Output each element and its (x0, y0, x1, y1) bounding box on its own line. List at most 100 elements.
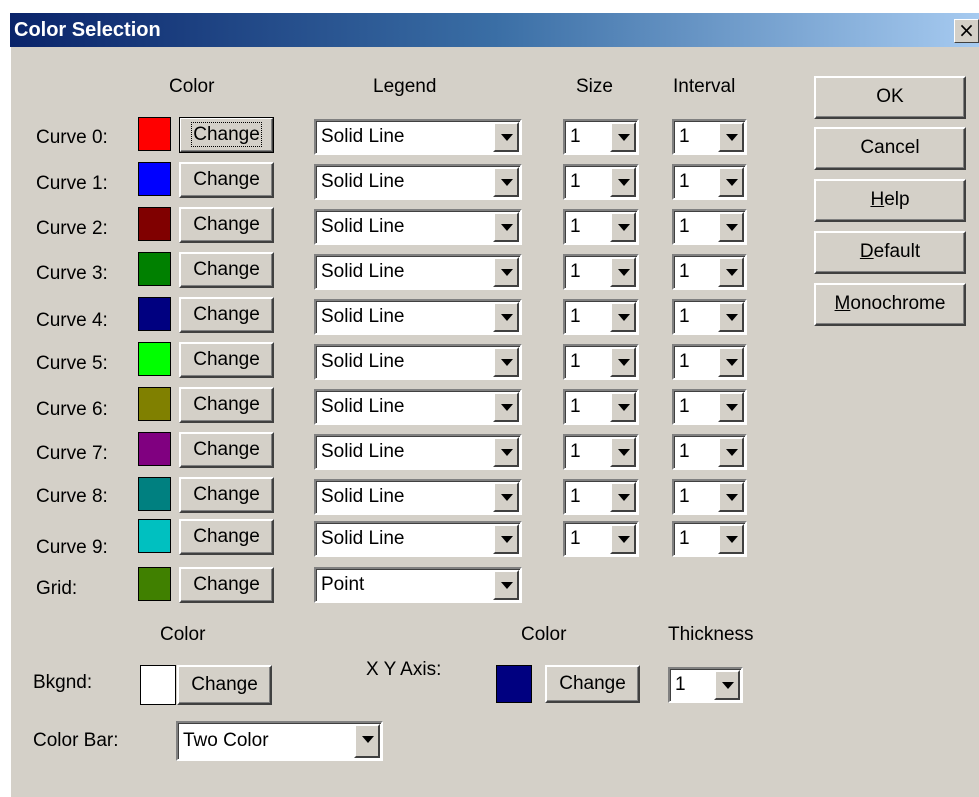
chevron-down-icon[interactable] (493, 524, 519, 554)
curve-legend-select[interactable]: Solid Line (314, 299, 522, 335)
curve-change-button[interactable]: Change (179, 297, 274, 333)
chevron-down-icon[interactable] (354, 724, 380, 758)
chevron-down-icon[interactable] (493, 257, 519, 287)
curve-color-swatch (138, 519, 171, 553)
curve-size-value: 1 (570, 396, 581, 417)
curve-change-button[interactable]: Change (179, 207, 274, 243)
curve-size-select[interactable]: 1 (563, 299, 639, 335)
curve-interval-select[interactable]: 1 (672, 299, 747, 335)
curve-legend-select[interactable]: Solid Line (314, 119, 522, 155)
chevron-down-icon[interactable] (718, 257, 744, 287)
chevron-down-icon[interactable] (718, 347, 744, 377)
help-button[interactable]: Help (814, 179, 966, 222)
chevron-down-icon[interactable] (610, 392, 636, 422)
curve-legend-select[interactable]: Solid Line (314, 389, 522, 425)
curve-size-value: 1 (570, 351, 581, 372)
curve-interval-select[interactable]: 1 (672, 521, 747, 557)
curve-change-button[interactable]: Change (179, 117, 274, 153)
cancel-button[interactable]: Cancel (814, 127, 966, 170)
curve-interval-select[interactable]: 1 (672, 254, 747, 290)
curve-change-button[interactable]: Change (179, 387, 274, 423)
chevron-down-icon[interactable] (610, 524, 636, 554)
bkgnd-color-header: Color (160, 624, 206, 645)
curve-size-select[interactable]: 1 (563, 209, 639, 245)
curve-size-select[interactable]: 1 (563, 434, 639, 470)
curve-change-button[interactable]: Change (179, 252, 274, 288)
curve-change-button[interactable]: Change (179, 519, 274, 555)
chevron-down-icon[interactable] (493, 302, 519, 332)
xy-axis-color-swatch (496, 665, 532, 703)
curve-interval-select[interactable]: 1 (672, 344, 747, 380)
chevron-down-icon[interactable] (718, 437, 744, 467)
curve-size-value: 1 (570, 126, 581, 147)
bkgnd-change-button[interactable]: Change (177, 665, 272, 705)
curve-interval-select[interactable]: 1 (672, 479, 747, 515)
chevron-down-icon[interactable] (493, 167, 519, 197)
curve-size-select[interactable]: 1 (563, 389, 639, 425)
curve-size-select[interactable]: 1 (563, 254, 639, 290)
grid-color-swatch (138, 567, 171, 601)
curve-size-value: 1 (570, 216, 581, 237)
curve-interval-select[interactable]: 1 (672, 389, 747, 425)
chevron-down-icon[interactable] (493, 392, 519, 422)
ok-button[interactable]: OK (814, 76, 966, 119)
grid-change-button[interactable]: Change (179, 567, 274, 603)
chevron-down-icon[interactable] (718, 122, 744, 152)
chevron-down-icon[interactable] (610, 437, 636, 467)
chevron-down-icon[interactable] (610, 122, 636, 152)
chevron-down-icon[interactable] (718, 167, 744, 197)
curve-size-select[interactable]: 1 (563, 164, 639, 200)
chevron-down-icon[interactable] (610, 302, 636, 332)
curve-size-select[interactable]: 1 (563, 344, 639, 380)
close-button[interactable]: × (954, 19, 979, 43)
chevron-down-icon[interactable] (493, 437, 519, 467)
chevron-down-icon[interactable] (493, 482, 519, 512)
curve-legend-value: Solid Line (321, 441, 405, 462)
chevron-down-icon[interactable] (718, 392, 744, 422)
curve-size-select[interactable]: 1 (563, 479, 639, 515)
curve-interval-select[interactable]: 1 (672, 119, 747, 155)
chevron-down-icon[interactable] (610, 347, 636, 377)
title-bar[interactable]: Color Selection (10, 13, 979, 47)
chevron-down-icon[interactable] (493, 347, 519, 377)
color-bar-select[interactable]: Two Color (176, 721, 383, 761)
chevron-down-icon[interactable] (610, 482, 636, 512)
curve-legend-select[interactable]: Solid Line (314, 521, 522, 557)
change-label: Change (193, 394, 260, 415)
grid-legend-select[interactable]: Point (314, 567, 522, 603)
curve-legend-value: Solid Line (321, 528, 405, 549)
help-mnemonic: H (870, 189, 885, 210)
chevron-down-icon[interactable] (718, 524, 744, 554)
curve-change-button[interactable]: Change (179, 432, 274, 468)
curve-interval-select[interactable]: 1 (672, 209, 747, 245)
curve-legend-select[interactable]: Solid Line (314, 209, 522, 245)
curve-legend-select[interactable]: Solid Line (314, 344, 522, 380)
curve-size-select[interactable]: 1 (563, 119, 639, 155)
curve-size-select[interactable]: 1 (563, 521, 639, 557)
curve-legend-select[interactable]: Solid Line (314, 434, 522, 470)
xy-axis-change-button[interactable]: Change (545, 665, 640, 703)
curve-legend-select[interactable]: Solid Line (314, 164, 522, 200)
chevron-down-icon[interactable] (718, 212, 744, 242)
curve-color-swatch (138, 207, 171, 241)
chevron-down-icon[interactable] (718, 302, 744, 332)
chevron-down-icon[interactable] (610, 257, 636, 287)
chevron-down-icon[interactable] (493, 212, 519, 242)
chevron-down-icon[interactable] (714, 670, 740, 700)
curve-change-button[interactable]: Change (179, 162, 274, 198)
curve-legend-select[interactable]: Solid Line (314, 254, 522, 290)
curve-change-button[interactable]: Change (179, 342, 274, 378)
chevron-down-icon[interactable] (610, 212, 636, 242)
thickness-select[interactable]: 1 (668, 667, 743, 703)
curve-change-button[interactable]: Change (179, 477, 274, 513)
curve-interval-select[interactable]: 1 (672, 164, 747, 200)
curve-interval-select[interactable]: 1 (672, 434, 747, 470)
curve-legend-select[interactable]: Solid Line (314, 479, 522, 515)
chevron-down-icon[interactable] (718, 482, 744, 512)
chevron-down-icon[interactable] (610, 167, 636, 197)
monochrome-button[interactable]: Monochrome (814, 283, 966, 326)
chevron-down-icon[interactable] (493, 122, 519, 152)
change-label: Change (193, 439, 260, 460)
chevron-down-icon[interactable] (493, 570, 519, 600)
default-button[interactable]: Default (814, 231, 966, 274)
